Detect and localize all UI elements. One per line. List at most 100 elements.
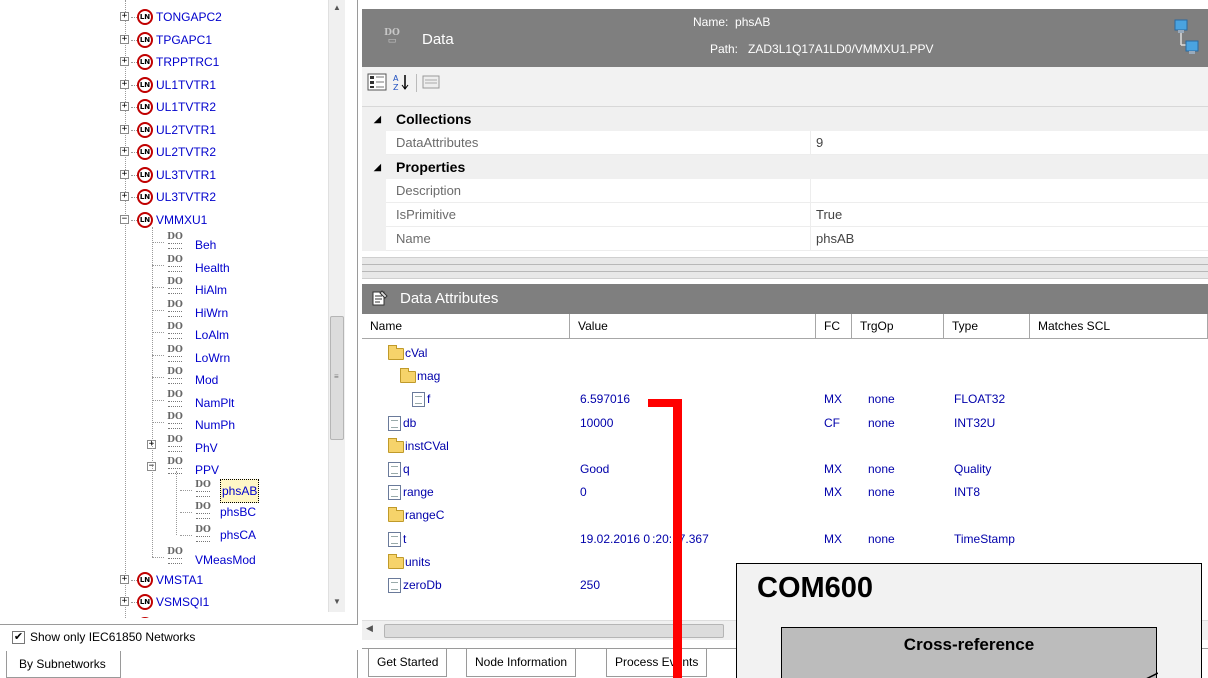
tree-node-ln[interactable]: + LN UL3TVTR1 [0, 164, 330, 186]
attribute-row[interactable]: range 0 MX none INT8 [362, 481, 1208, 504]
tree-node-label: UL1TVTR2 [156, 100, 217, 114]
data-object-icon: DO [166, 345, 184, 363]
attribute-name: db [403, 415, 417, 430]
node-tree[interactable]: + LN TONGAPC2 + LN TPGAPC1 + LN TRPPTRC1 + LN UL1TV… [0, 0, 340, 618]
property-value[interactable]: 9 [816, 131, 823, 154]
expand-icon[interactable]: + [120, 169, 129, 179]
tree-node-do[interactable]: DO NumPh [0, 411, 330, 433]
collapse-triangle-icon[interactable]: ◢ [374, 107, 381, 131]
logical-node-icon: LN [137, 54, 153, 70]
attribute-row[interactable]: rangeC [362, 504, 1208, 527]
show-only-networks-row: ✔ Show only IEC61850 Networks [0, 624, 358, 650]
attribute-value: 0 [580, 485, 587, 500]
expand-icon[interactable]: + [120, 34, 129, 44]
network-computers-icon [1174, 19, 1199, 54]
scroll-up-icon[interactable]: ▲ [329, 0, 345, 16]
tree-node-ln[interactable]: − LN VMMXU1 [0, 209, 330, 231]
tab-by-subnetworks[interactable]: By Subnetworks [6, 651, 121, 678]
tree-connector [152, 557, 164, 558]
tree-node-ln[interactable]: + LN TPGAPC1 [0, 29, 330, 51]
categorized-view-icon[interactable] [366, 72, 388, 94]
properties-icon [372, 290, 388, 306]
attribute-row[interactable]: mag [362, 365, 1208, 388]
tree-node-do[interactable]: DO HiWrn [0, 299, 330, 321]
property-category[interactable]: ◢ Properties [362, 155, 1208, 179]
tree-connector [152, 309, 164, 311]
property-value[interactable]: phsAB [816, 227, 854, 250]
expand-icon[interactable]: + [120, 57, 129, 66]
expand-icon[interactable]: + [120, 597, 129, 606]
expand-icon[interactable]: + [120, 12, 129, 21]
tree-node-do[interactable]: DO Beh [0, 231, 330, 253]
tree-node-ln[interactable]: + LN TONGAPC2 [0, 6, 330, 28]
tab-process-events[interactable]: Process Events [606, 649, 708, 677]
tree-node-ln[interactable]: + LN TRPPTRC1 [0, 51, 330, 73]
expand-icon[interactable]: + [120, 192, 129, 201]
expand-icon[interactable]: + [120, 102, 129, 111]
tree-node-do[interactable]: DO LoWrn [0, 344, 330, 366]
expand-icon[interactable]: + [120, 147, 129, 156]
property-pages-icon[interactable] [420, 72, 442, 94]
scrollbar-thumb[interactable]: ≡ [330, 316, 344, 440]
attribute-row[interactable]: t 19.02.2016 0 :20:17.367 MX none TimeStamp [362, 528, 1208, 551]
property-row[interactable]: Name phsAB [362, 227, 1208, 251]
collapse-triangle-icon[interactable]: ◢ [374, 155, 381, 179]
folder-icon [388, 507, 404, 523]
data-object-icon: DO [166, 300, 184, 318]
tree-node-do[interactable]: DO phsCA [0, 524, 330, 546]
column-header[interactable]: Matches SCL [1030, 314, 1208, 339]
tab-node-information[interactable]: Node Information [466, 649, 577, 677]
property-row[interactable]: Description [362, 179, 1208, 203]
show-only-checkbox[interactable]: ✔ [12, 631, 25, 644]
tree-node-do[interactable]: DO LoAlm [0, 321, 330, 343]
pane-splitter[interactable] [362, 257, 1208, 279]
property-value[interactable]: True [816, 203, 842, 226]
tree-node-do[interactable]: DO phsBC [0, 501, 330, 523]
property-row[interactable]: IsPrimitive True [362, 203, 1208, 227]
tree-node-ln[interactable]: + LN UL3TVTR2 [0, 186, 330, 208]
tree-node-do[interactable]: DO VMeasMod [0, 546, 330, 568]
column-header[interactable]: TrgOp [852, 314, 944, 339]
tree-node-do[interactable]: − DO PPV [0, 456, 330, 478]
expand-icon[interactable]: + [120, 124, 129, 134]
attribute-fc: MX [824, 462, 842, 476]
tree-node-do[interactable]: + DO PhV [0, 434, 330, 456]
column-header[interactable]: Name [362, 314, 570, 339]
tree-node-do[interactable]: DO Health [0, 254, 330, 276]
tree-node-ln[interactable]: + LN UL1TVTR2 [0, 96, 330, 118]
diagonal-line [1146, 672, 1158, 678]
column-header[interactable]: FC [816, 314, 852, 339]
tree-node-do[interactable]: DO Mod [0, 366, 330, 388]
attribute-row[interactable]: cVal [362, 342, 1208, 365]
expand-icon[interactable]: + [120, 79, 129, 89]
tree-node-do[interactable]: DO HiAlm [0, 276, 330, 298]
tree-node-ln[interactable]: + LN VSMSQI1 [0, 591, 330, 613]
logical-node-icon: LN [137, 189, 153, 205]
tree-vertical-scrollbar[interactable]: ▲ ≡ ▼ [328, 0, 345, 612]
column-header[interactable]: Value [570, 314, 816, 339]
tree-node-do[interactable]: DO NamPlt [0, 389, 330, 411]
collapse-icon[interactable]: − [120, 214, 129, 224]
tree-node-ln[interactable]: + LN UL2TVTR1 [0, 119, 330, 141]
attribute-fc: CF [824, 415, 840, 430]
attribute-type: INT8 [954, 485, 981, 500]
attribute-row[interactable]: f 6.597016 MX none FLOAT32 [362, 388, 1208, 411]
tree-node-ln[interactable]: + LN UL1TVTR1 [0, 74, 330, 96]
do-icon-lines [196, 490, 210, 497]
sort-alphabetical-icon[interactable]: AZ [390, 72, 412, 94]
tree-node-ln[interactable]: + LN UL2TVTR2 [0, 141, 330, 163]
tree-node-ln[interactable]: + LN VMSTA1 [0, 569, 330, 591]
scroll-left-icon[interactable]: ◀ [366, 623, 373, 634]
attribute-name: instCVal [405, 438, 449, 453]
scroll-down-icon[interactable]: ▼ [329, 594, 345, 610]
attribute-row[interactable]: db 10000 CF none INT32U [362, 412, 1208, 435]
column-header[interactable]: Type [944, 314, 1030, 339]
expand-icon[interactable]: + [120, 574, 129, 584]
property-category[interactable]: ◢ Collections [362, 107, 1208, 131]
attribute-row[interactable]: q Good MX none Quality [362, 458, 1208, 481]
property-row[interactable]: DataAttributes 9 [362, 131, 1208, 155]
tab-get-started[interactable]: Get Started [368, 649, 448, 677]
tree-connector [152, 264, 164, 266]
attribute-row[interactable]: instCVal [362, 435, 1208, 458]
tree-node-do[interactable]: DO phsAB [0, 478, 330, 503]
